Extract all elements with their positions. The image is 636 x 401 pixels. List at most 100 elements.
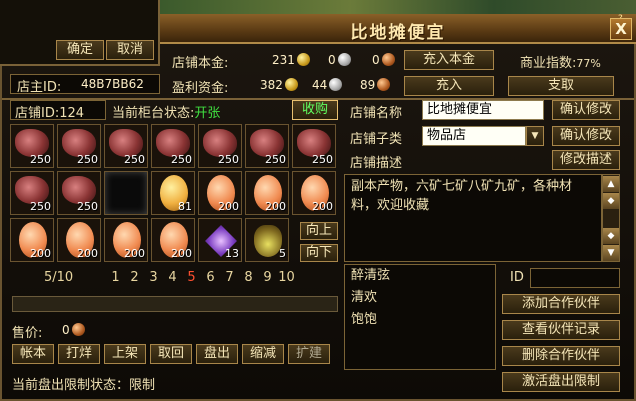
action-button[interactable]: 扩建 <box>288 344 330 364</box>
action-button[interactable]: 盘出 <box>196 344 238 364</box>
inventory-slot[interactable]: 200 <box>151 218 195 262</box>
page-number[interactable]: 8 <box>239 270 258 285</box>
edit-desc-button[interactable]: 修改描述 <box>552 150 620 170</box>
close-button[interactable]: X <box>610 18 632 40</box>
copper-coin-icon <box>381 53 395 66</box>
game-scene-strip <box>160 0 636 14</box>
shop-type-select[interactable]: 物品店 <box>422 126 526 146</box>
owner-id-value: 48B7BB62 <box>81 77 144 91</box>
page-up-button[interactable]: 向上 <box>300 222 338 240</box>
item-count: 200 <box>77 247 98 260</box>
price-label: 售价: <box>12 326 43 341</box>
inventory-grid: 250 250 250 250 250 250 250 250 250 81 200 200 200 20… <box>10 124 346 264</box>
view-partner-button[interactable]: 查看伙伴记录 <box>502 320 620 340</box>
action-button[interactable]: 帐本 <box>12 344 54 364</box>
inventory-slot[interactable]: 250 <box>10 124 54 168</box>
partner-id-input[interactable] <box>530 268 620 288</box>
scroll-top-icon[interactable]: ◆ <box>603 193 619 209</box>
page-number[interactable]: 6 <box>201 270 220 285</box>
item-count: 200 <box>124 247 145 260</box>
item-count: 250 <box>124 153 145 166</box>
page-number[interactable]: 10 <box>277 270 296 285</box>
desc-scrollbar[interactable]: ▲ ◆ ◆ ▼ <box>602 174 620 262</box>
item-count: 13 <box>225 247 239 260</box>
shop-description[interactable]: 副本产物，六矿七矿八矿九矿，各种材料，欢迎收藏 <box>344 174 602 262</box>
inventory-slot[interactable]: 200 <box>245 171 289 215</box>
profit-label: 盈利资金: <box>172 81 229 96</box>
page-number[interactable]: 1 <box>106 270 125 285</box>
window-title: 比地摊便宜 <box>350 23 446 43</box>
inventory-slot[interactable]: 200 <box>198 171 242 215</box>
inventory-slot[interactable]: 200 <box>104 218 148 262</box>
page-number[interactable]: 3 <box>144 270 163 285</box>
dialog-fragment: 确定 取消 <box>0 0 160 66</box>
capital-gold: 231 <box>272 53 310 67</box>
scroll-bottom-icon[interactable]: ◆ <box>603 228 619 244</box>
inventory-slot[interactable]: 200 <box>292 171 336 215</box>
flask-icon <box>254 225 282 257</box>
page-number[interactable]: 2 <box>125 270 144 285</box>
activate-limit-button[interactable]: 激活盘出限制 <box>502 372 620 392</box>
capital-silver: 0 <box>328 53 351 67</box>
confirm-name-button[interactable]: 确认修改 <box>552 100 620 120</box>
item-count: 200 <box>171 247 192 260</box>
add-partner-button[interactable]: 添加合作伙伴 <box>502 294 620 314</box>
item-count: 250 <box>265 153 286 166</box>
page-down-button[interactable]: 向下 <box>300 244 338 262</box>
partner-list: 醉清弦 清欢 饱饱 <box>344 264 496 370</box>
profit-gold-value: 382 <box>260 78 283 92</box>
action-button[interactable]: 取回 <box>150 344 192 364</box>
inventory-slot[interactable]: 5 <box>245 218 289 262</box>
inventory-slot[interactable]: 250 <box>245 124 289 168</box>
inventory-slot[interactable] <box>104 171 148 215</box>
partner-item[interactable]: 饱饱 <box>345 309 495 331</box>
scroll-down-icon[interactable]: ▼ <box>603 245 619 261</box>
commerce-value: 77% <box>576 57 601 70</box>
item-count: 200 <box>218 200 239 213</box>
inventory-slot[interactable]: 250 <box>57 124 101 168</box>
item-count: 250 <box>77 153 98 166</box>
counter-status-label: 当前柜台状态: <box>112 106 195 121</box>
scroll-up-icon[interactable]: ▲ <box>603 176 619 192</box>
topup-button[interactable]: 充入 <box>404 76 494 96</box>
page-number[interactable]: 4 <box>163 270 182 285</box>
capital-copper-value: 0 <box>372 53 380 67</box>
inventory-slot[interactable]: 250 <box>292 124 336 168</box>
title-bar: 比地摊便宜 <box>160 14 636 44</box>
item-count: 250 <box>30 200 51 213</box>
inventory-slot[interactable]: 200 <box>10 218 54 262</box>
partner-item[interactable]: 醉清弦 <box>345 265 495 287</box>
dialog-confirm-button[interactable]: 确定 <box>56 40 104 60</box>
inventory-slot[interactable]: 250 <box>10 171 54 215</box>
partner-item[interactable]: 清欢 <box>345 287 495 309</box>
item-count: 250 <box>30 153 51 166</box>
inventory-slot[interactable]: 250 <box>57 171 101 215</box>
action-button[interactable]: 打烊 <box>58 344 100 364</box>
withdraw-button[interactable]: 支取 <box>508 76 614 96</box>
inventory-slot[interactable]: 250 <box>198 124 242 168</box>
item-count: 81 <box>178 200 192 213</box>
action-button[interactable]: 上架 <box>104 344 146 364</box>
dialog-cancel-button[interactable]: 取消 <box>106 40 154 60</box>
inventory-slot[interactable]: 81 <box>151 171 195 215</box>
page-number[interactable]: 5 <box>182 270 201 285</box>
page-number[interactable]: 7 <box>220 270 239 285</box>
inventory-slot[interactable]: 200 <box>57 218 101 262</box>
action-button[interactable]: 缩减 <box>242 344 284 364</box>
inventory-slot[interactable]: 13 <box>198 218 242 262</box>
inventory-slot[interactable]: 250 <box>151 124 195 168</box>
limit-status: 当前盘出限制状态：限制 <box>12 378 156 393</box>
partner-id-label: ID <box>510 270 524 285</box>
topup-capital-button[interactable]: 充入本金 <box>404 50 494 70</box>
confirm-type-button[interactable]: 确认修改 <box>552 126 620 146</box>
shop-name-input[interactable]: 比地摊便宜 <box>422 100 544 120</box>
page-number[interactable]: 9 <box>258 270 277 285</box>
buy-button[interactable]: 收购 <box>292 100 338 120</box>
counter-status: 当前柜台状态:开张 <box>112 102 220 121</box>
profit-gold: 382 <box>260 78 298 92</box>
chevron-down-icon[interactable]: ▼ <box>526 126 544 146</box>
delete-partner-button[interactable]: 删除合作伙伴 <box>502 346 620 366</box>
inventory-slot[interactable]: 250 <box>104 124 148 168</box>
price-value: 0 <box>62 323 70 337</box>
profit-copper: 89 <box>360 78 391 92</box>
